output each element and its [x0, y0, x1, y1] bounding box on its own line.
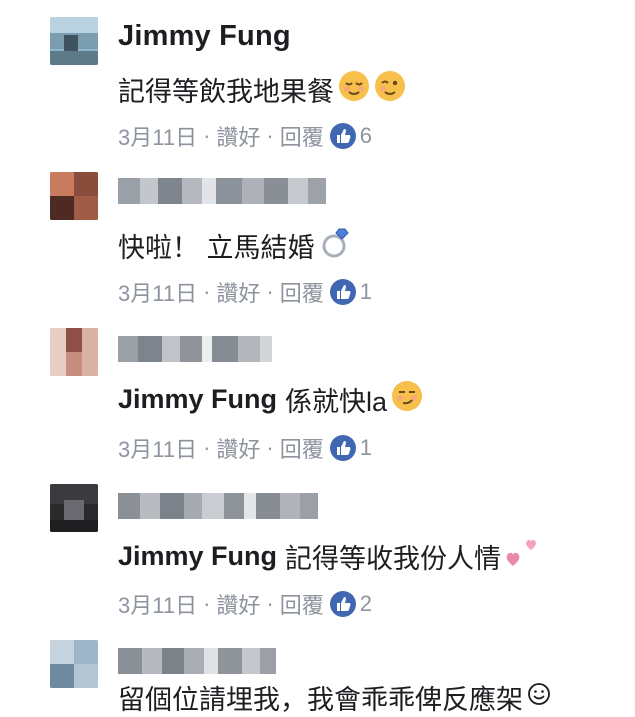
avatar[interactable] [50, 328, 98, 376]
avatar[interactable] [50, 17, 98, 65]
relieved-face-icon [338, 70, 370, 109]
comment-body: 快啦！ 立馬結婚 [118, 233, 315, 263]
comment-date[interactable]: 3月11日 [118, 120, 197, 152]
comment-meta: 3月11日 · 讚好 · 回覆 1 [118, 276, 372, 308]
reply-link[interactable]: 回覆 [280, 432, 324, 464]
comment-meta: 3月11日 · 讚好 · 回覆 1 [118, 432, 372, 464]
separator: · [266, 435, 274, 460]
reply-link[interactable]: 回覆 [280, 120, 324, 152]
separator: · [203, 591, 211, 616]
winking-face-icon [374, 70, 406, 109]
like-count[interactable]: 1 [360, 435, 372, 461]
comment-meta: 3月11日 · 讚好 · 回覆 2 [118, 588, 372, 620]
comment-text: 記得等飲我地果餐 [118, 70, 406, 109]
avatar[interactable] [50, 484, 98, 532]
like-count[interactable]: 2 [360, 591, 372, 617]
like-link[interactable]: 讚好 [216, 432, 260, 464]
comment-date[interactable]: 3月11日 [118, 432, 197, 464]
two-hearts-icon [505, 536, 541, 577]
thumbs-up-icon [329, 123, 356, 149]
thumbs-up-icon [329, 279, 356, 305]
comment-text: Jimmy Fung 係就快la [118, 380, 423, 419]
reply-link[interactable]: 回覆 [280, 588, 324, 620]
comment-body: 係就快la [285, 387, 388, 417]
comment-text: Jimmy Fung 記得等收我份人情 [118, 536, 541, 577]
comment-body: 記得等收我份人情 [285, 544, 502, 574]
separator: · [203, 435, 211, 460]
like-count[interactable]: 1 [360, 279, 372, 305]
comment-text: 留個位請埋我，我會乖乖俾反應架 [118, 678, 551, 717]
mention-link[interactable]: Jimmy Fung [118, 384, 277, 415]
comment-body: 記得等飲我地果餐 [118, 77, 334, 107]
separator: · [266, 123, 274, 148]
mention-link[interactable]: Jimmy Fung [118, 541, 277, 572]
like-link[interactable]: 讚好 [216, 120, 260, 152]
like-count[interactable]: 6 [360, 123, 372, 149]
author-name-blurred [118, 178, 326, 204]
like-link[interactable]: 讚好 [216, 276, 260, 308]
smirking-face-icon [391, 380, 423, 419]
smiley-icon [527, 682, 551, 713]
separator: · [266, 279, 274, 304]
reply-link[interactable]: 回覆 [280, 276, 324, 308]
comment-meta: 3月11日 · 讚好 · 回覆 6 [118, 120, 372, 152]
separator: · [266, 591, 274, 616]
comment-date[interactable]: 3月11日 [118, 588, 197, 620]
thumbs-up-icon [329, 435, 356, 461]
ring-icon [319, 225, 353, 266]
separator: · [203, 123, 211, 148]
author-name-blurred [118, 648, 276, 674]
avatar[interactable] [50, 172, 98, 220]
author-name-blurred [118, 336, 272, 362]
comment-author[interactable]: Jimmy Fung [118, 20, 291, 53]
comment-date[interactable]: 3月11日 [118, 276, 197, 308]
separator: · [203, 279, 211, 304]
comment-text: 快啦！ 立馬結婚 [118, 225, 353, 266]
thumbs-up-icon [329, 591, 356, 617]
like-link[interactable]: 讚好 [216, 588, 260, 620]
avatar[interactable] [50, 640, 98, 688]
comment-body: 留個位請埋我，我會乖乖俾反應架 [118, 685, 523, 715]
author-name-blurred [118, 493, 318, 519]
